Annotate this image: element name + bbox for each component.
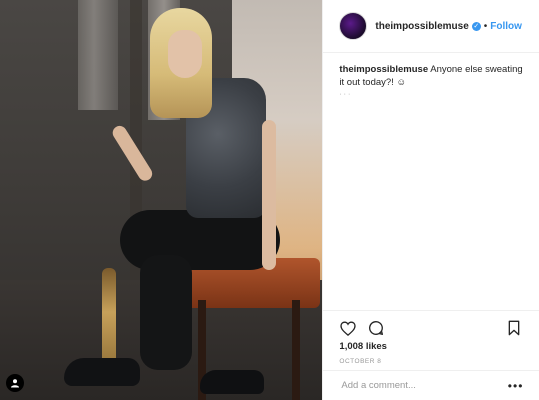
- bench-leg: [292, 300, 300, 400]
- post-photo[interactable]: [0, 0, 323, 400]
- post-header: theimpossiblemuse ✓ • Follow: [323, 0, 539, 53]
- bookmark-icon[interactable]: [505, 319, 523, 337]
- follow-button[interactable]: Follow: [490, 21, 522, 32]
- window-light-left: [78, 0, 118, 110]
- figure-arm-right: [262, 120, 276, 270]
- caption-more: · · ·: [339, 91, 351, 98]
- figure-face: [168, 30, 202, 78]
- user-tag-icon[interactable]: [6, 374, 24, 392]
- heart-icon[interactable]: [339, 319, 357, 337]
- instagram-post: theimpossiblemuse ✓ • Follow theimpossib…: [0, 0, 539, 400]
- action-row: [323, 317, 539, 339]
- sneaker-left: [64, 358, 140, 386]
- post-caption: theimpossiblemuse Anyone else sweating i…: [323, 53, 539, 89]
- sneaker-right: [200, 370, 264, 394]
- comment-input[interactable]: [339, 379, 508, 392]
- header-separator: •: [483, 20, 488, 32]
- like-count[interactable]: 1,008 likes: [323, 339, 539, 354]
- verified-badge-icon: ✓: [471, 21, 481, 31]
- comment-bubble-icon[interactable]: [367, 319, 385, 337]
- comment-bar: •••: [323, 370, 539, 400]
- header-username[interactable]: theimpossiblemuse: [375, 21, 468, 32]
- avatar[interactable]: [339, 12, 368, 40]
- post-sidebar: theimpossiblemuse ✓ • Follow theimpossib…: [322, 0, 539, 400]
- post-actions: 1,008 likes OCTOBER 8: [323, 310, 539, 365]
- more-options-icon[interactable]: •••: [508, 379, 524, 393]
- figure-leg: [140, 255, 192, 370]
- caption-username[interactable]: theimpossiblemuse: [339, 64, 428, 75]
- post-date: OCTOBER 8: [339, 358, 382, 365]
